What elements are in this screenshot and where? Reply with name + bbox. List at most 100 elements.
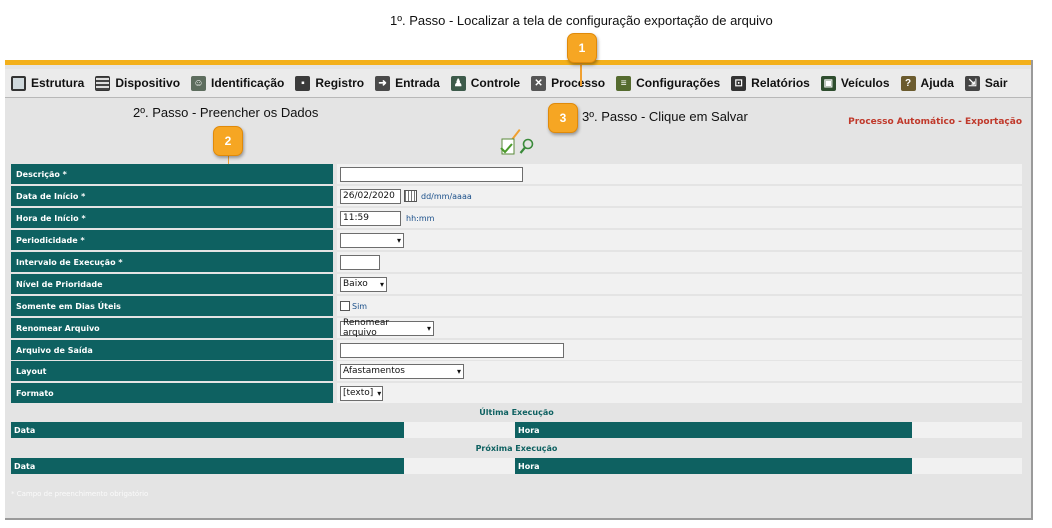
form-toolbar [500,138,535,156]
chevron-down-icon: ▾ [379,279,384,289]
menu-item-veiculos[interactable]: ▣ Veículos [815,69,895,97]
data-inicio-cell: 26/02/2020 dd/mm/aaaa [337,186,1022,206]
menu-item-registro[interactable]: ▪ Registro [289,69,369,97]
chevron-down-icon: ▾ [396,235,401,245]
menu-label: Veículos [840,76,890,90]
menu-label: Configurações [636,76,721,90]
formato-selected: [texto] [343,388,374,398]
chevron-down-icon: ▾ [456,366,461,376]
dias-uteis-cell: Sim [337,296,1022,316]
ultima-execucao-row: Data Hora [11,422,1022,438]
periodicidade-label: Periodicidade * [11,230,333,250]
arquivo-saida-label: Arquivo de Saída [11,340,333,360]
menu-item-estrutura[interactable]: Estrutura [5,69,89,97]
renomear-label: Renomear Arquivo [11,318,333,338]
layout-label: Layout [11,361,333,381]
arquivo-saida-cell [337,340,1022,360]
menu-item-sair[interactable]: ⇲ Sair [959,69,1013,97]
date-format-hint: dd/mm/aaaa [421,191,472,201]
periodicidade-select[interactable]: ▾ [340,232,404,248]
menu-item-processo[interactable]: ✕ Processo [525,69,610,97]
menu-item-controle[interactable]: ♟ Controle [445,69,525,97]
menu-label: Sair [984,76,1008,90]
row-formato: Formato [texto] ▾ [11,383,1022,403]
menu-item-relatorios[interactable]: ⊡ Relatórios [725,69,815,97]
row-arquivo-saida: Arquivo de Saída [11,340,1022,360]
row-data-inicio: Data de Início * 26/02/2020 dd/mm/aaaa [11,186,1022,206]
callout-1-pointer [580,60,582,86]
proxima-data-value [404,458,515,474]
layout-cell: Afastamentos ▾ [337,361,1022,381]
hora-inicio-label: Hora de Início * [11,208,333,228]
menu-item-identificacao[interactable]: ☺ Identificação [185,69,289,97]
arquivo-saida-input[interactable] [340,342,564,358]
top-accent-bar [5,60,1031,65]
menu-item-ajuda[interactable]: ? Ajuda [895,69,959,97]
hora-inicio-input[interactable]: 11:59 [340,210,401,226]
vehicles-icon: ▣ [820,75,836,91]
help-icon: ? [900,75,916,91]
data-inicio-label: Data de Início * [11,186,333,206]
ultima-execucao-title: Última Execução [479,408,554,417]
formato-select[interactable]: [texto] ▾ [340,385,383,401]
exit-icon: ⇲ [964,75,980,91]
chevron-down-icon: ▾ [377,388,382,398]
prioridade-cell: Baixo ▾ [337,274,1022,294]
renomear-selected: Renomear arquivo [343,318,390,338]
row-descricao: Descrição * [11,164,1022,184]
menu-label: Processo [551,76,606,90]
callout-2: 2 [213,126,243,156]
chevron-down-icon: ▾ [426,323,431,333]
intervalo-label: Intervalo de Execução * [11,252,333,272]
menu-label: Ajuda [920,76,954,90]
save-icon[interactable] [500,138,516,156]
descricao-input[interactable] [340,166,523,182]
data-inicio-input[interactable]: 26/02/2020 [340,188,401,204]
prioridade-selected: Baixo [343,279,368,289]
main-menu-bar: Estrutura Dispositivo ☺ Identificação ▪ … [5,69,1031,98]
device-icon [95,75,111,91]
renomear-cell: Renomear arquivo ▾ [337,318,1022,338]
control-icon: ♟ [450,75,466,91]
calendar-icon[interactable] [404,190,417,202]
step1-annotation: 1º. Passo - Localizar a tela de configur… [390,13,773,28]
structure-icon [11,75,26,91]
menu-item-entrada[interactable]: ➜ Entrada [369,69,445,97]
menu-item-dispositivo[interactable]: Dispositivo [89,69,185,97]
descricao-cell [337,164,1022,184]
registry-icon: ▪ [295,75,311,91]
proxima-hora-value [912,458,1022,474]
prioridade-select[interactable]: Baixo ▾ [340,276,387,292]
ultima-data-label: Data [11,422,404,438]
proxima-data-label: Data [11,458,404,474]
ultima-hora-label: Hora [515,422,912,438]
menu-label: Registro [315,76,365,90]
row-prioridade: Nível de Prioridade Baixo ▾ [11,274,1022,294]
menu-label: Relatórios [751,76,810,90]
settings-icon: ≡ [616,75,632,91]
proxima-execucao-row: Data Hora [11,458,1022,474]
row-periodicidade: Periodicidade * ▾ [11,230,1022,250]
dias-uteis-label: Somente em Dias Úteis [11,296,333,316]
reports-icon: ⊡ [731,75,747,91]
layout-select[interactable]: Afastamentos ▾ [340,363,464,379]
dias-uteis-checkbox[interactable] [340,301,350,311]
layout-selected: Afastamentos [343,366,405,376]
menu-label: Entrada [395,76,440,90]
renomear-select[interactable]: Renomear arquivo ▾ [340,318,434,338]
row-dias-uteis: Somente em Dias Úteis Sim [11,296,1022,316]
search-icon[interactable] [519,138,535,156]
menu-item-configuracoes[interactable]: ≡ Configurações [610,69,725,97]
formato-label: Formato [11,383,333,403]
prioridade-label: Nível de Prioridade [11,274,333,294]
required-fields-note: * Campo de preenchimento obrigatório [11,490,149,498]
menu-label: Controle [470,76,521,90]
intervalo-cell [337,252,1022,272]
periodicidade-cell: ▾ [337,230,1022,250]
row-intervalo: Intervalo de Execução * [11,252,1022,272]
process-icon: ✕ [531,75,547,91]
menu-label: Dispositivo [115,76,181,90]
proxima-execucao-title: Próxima Execução [475,444,558,453]
intervalo-input[interactable] [340,254,380,270]
menu-label: Estrutura [31,76,85,90]
